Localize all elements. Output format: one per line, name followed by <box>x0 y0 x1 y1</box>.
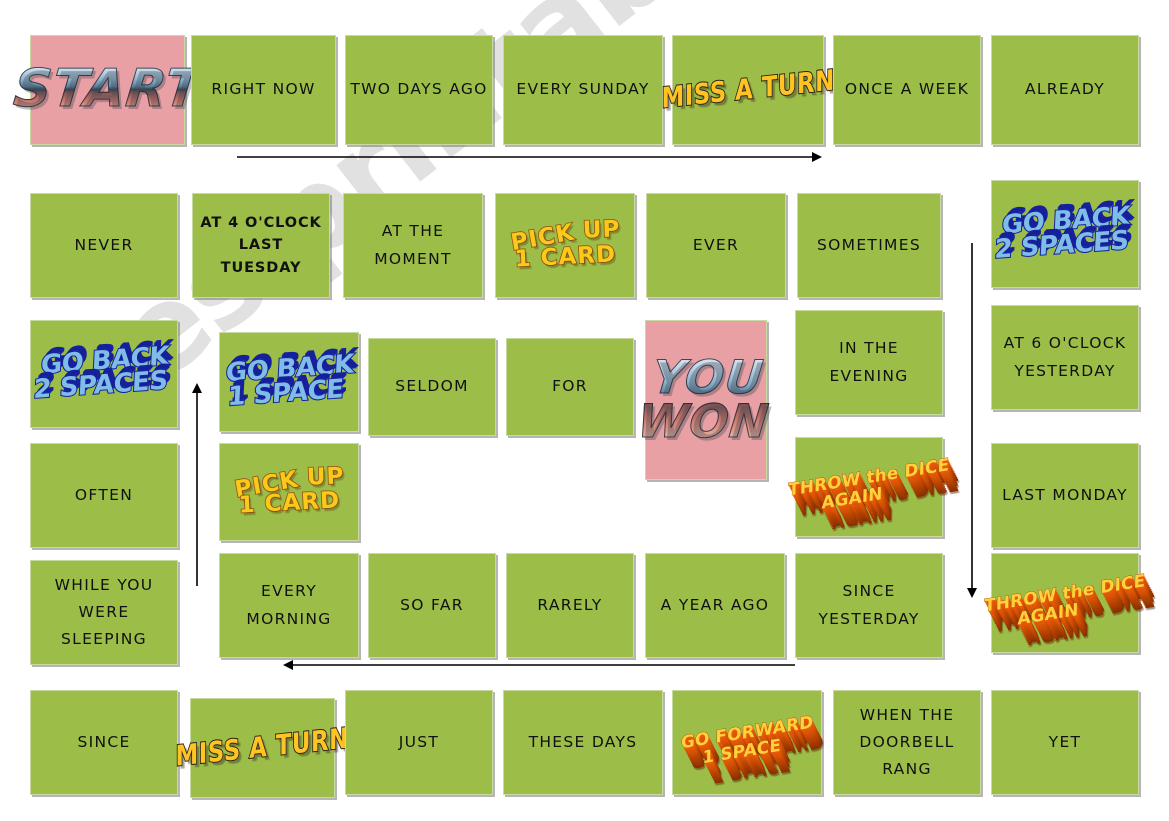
tile-label: TWO DAYS AGO <box>350 80 488 99</box>
arrow-left-up-icon <box>189 383 205 586</box>
tile-label: GO BACK 1 SPACE <box>224 348 355 413</box>
board-tile-already[interactable]: ALREADY <box>991 35 1139 145</box>
tile-label: THESE DAYS <box>528 732 638 751</box>
board-tile-go-back-1-space[interactable]: GO BACK 1 SPACE <box>219 332 359 432</box>
tile-label: A YEAR AGO <box>660 595 770 614</box>
board-tile-at-4-oclock[interactable]: AT 4 O'CLOCK LAST TUESDAY <box>192 193 330 298</box>
board-tile-in-the-evening[interactable]: IN THE EVENING <box>795 310 943 415</box>
board-tile-ever[interactable]: EVER <box>646 193 786 298</box>
tile-label: WHILE YOU WERE SLEEPING <box>54 575 154 649</box>
board-tile-sometimes[interactable]: SOMETIMES <box>797 193 941 298</box>
board-tile-go-back-2-right[interactable]: GO BACK 2 SPACES <box>991 180 1139 288</box>
board-tile-since[interactable]: SINCE <box>30 690 178 795</box>
board-tile-at-the-moment[interactable]: AT THE MOMENT <box>343 193 483 298</box>
tile-label: GO BACK 2 SPACES <box>32 340 171 406</box>
board-tile-a-year-ago[interactable]: A YEAR AGO <box>645 553 785 658</box>
tile-label: RIGHT NOW <box>211 80 316 99</box>
board-tile-every-sunday[interactable]: EVERY SUNDAY <box>503 35 663 145</box>
board-tile-these-days[interactable]: THESE DAYS <box>503 690 663 795</box>
tile-label: SINCE YESTERDAY <box>818 582 920 628</box>
tile-label: SELDOM <box>395 377 469 396</box>
tile-label: ALREADY <box>1024 80 1106 99</box>
tile-label: AT 4 O'CLOCK LAST TUESDAY <box>200 214 322 276</box>
tile-label: SO FAR <box>400 595 464 614</box>
board-tile-since-yesterday[interactable]: SINCE YESTERDAY <box>795 553 943 658</box>
board-tile-two-days-ago[interactable]: TWO DAYS AGO <box>345 35 493 145</box>
tile-label: GO BACK 2 SPACES <box>993 200 1132 266</box>
tile-label: OFTEN <box>74 485 134 504</box>
arrow-bottom-left-icon <box>283 657 795 673</box>
tile-label: THROW the DICE AGAIN <box>984 570 1146 630</box>
tile-label: WHEN THE DOORBELL RANG <box>859 705 955 779</box>
board-tile-while-you-were-sleeping[interactable]: WHILE YOU WERE SLEEPING <box>30 560 178 665</box>
board-tile-at-6-oclock[interactable]: AT 6 O'CLOCK YESTERDAY <box>991 305 1139 410</box>
board-tile-throw-dice-right[interactable]: THROW the DICE AGAIN <box>984 553 1146 653</box>
board-tile-go-back-2-left[interactable]: GO BACK 2 SPACES <box>30 320 178 428</box>
board-tile-seldom[interactable]: SELDOM <box>368 338 496 436</box>
board-tile-throw-dice-mid[interactable]: THROW the DICE AGAIN <box>788 437 950 537</box>
board-tile-pick-up-card-top[interactable]: PICK UP 1 CARD <box>495 193 635 298</box>
tile-label: EVERY SUNDAY <box>516 80 650 99</box>
tile-label: GO FORWARD 1 SPACE <box>680 712 814 769</box>
arrow-right-down-icon <box>964 243 980 598</box>
board-tile-often[interactable]: OFTEN <box>30 443 178 548</box>
board-tile-rarely[interactable]: RARELY <box>506 553 634 658</box>
tile-label: FOR <box>552 377 588 396</box>
board-tile-every-morning[interactable]: EVERY MORNING <box>219 553 359 658</box>
board-tile-you-won[interactable]: YOU WON <box>635 320 773 480</box>
board-tile-start[interactable]: START <box>10 35 205 145</box>
board-tile-once-a-week[interactable]: ONCE A WEEK <box>833 35 981 145</box>
tile-label: EVERY MORNING <box>246 582 332 628</box>
tile-label: START <box>10 59 205 120</box>
tile-label: YOU WON <box>635 350 777 449</box>
board-tile-last-monday[interactable]: LAST MONDAY <box>991 443 1139 548</box>
tile-label: RARELY <box>537 595 603 614</box>
tile-label: PICK UP 1 CARD <box>508 216 622 273</box>
tile-label: AT 6 O'CLOCK YESTERDAY <box>1003 334 1127 380</box>
tile-label: MISS A TURN <box>660 64 835 116</box>
board-tile-miss-a-turn-top[interactable]: MISS A TURN <box>660 35 836 145</box>
board-tile-just[interactable]: JUST <box>345 690 493 795</box>
tile-label: JUST <box>398 732 440 751</box>
tile-label: MISS A TURN <box>175 722 350 774</box>
board-tile-never[interactable]: NEVER <box>30 193 178 298</box>
tile-label: ONCE A WEEK <box>844 80 970 99</box>
tile-label: SOMETIMES <box>817 235 921 254</box>
tile-label: SINCE <box>77 732 131 751</box>
tile-label: AT THE MOMENT <box>374 222 452 268</box>
tile-label: LAST MONDAY <box>1002 485 1128 504</box>
arrow-top-right-icon <box>237 149 822 165</box>
tile-label: EVER <box>692 235 740 254</box>
tile-label: PICK UP 1 CARD <box>232 462 346 519</box>
board-tile-for[interactable]: FOR <box>506 338 634 436</box>
board-tile-pick-up-card-mid[interactable]: PICK UP 1 CARD <box>219 443 359 541</box>
board-tile-miss-a-turn-bot[interactable]: MISS A TURN <box>175 698 350 798</box>
tile-label: THROW the DICE AGAIN <box>788 454 950 514</box>
tile-label: YET <box>1048 732 1082 751</box>
tile-label: NEVER <box>74 235 134 254</box>
board-tile-go-forward-1[interactable]: GO FORWARD 1 SPACE <box>672 690 822 795</box>
board-tile-so-far[interactable]: SO FAR <box>368 553 496 658</box>
board-game-canvas: eslprintables.com STARTRIGHT NOWTWO DAYS… <box>0 0 1169 821</box>
tile-label: IN THE EVENING <box>829 339 909 385</box>
board-tile-when-doorbell[interactable]: WHEN THE DOORBELL RANG <box>833 690 981 795</box>
board-tile-yet[interactable]: YET <box>991 690 1139 795</box>
board-tile-right-now[interactable]: RIGHT NOW <box>191 35 336 145</box>
